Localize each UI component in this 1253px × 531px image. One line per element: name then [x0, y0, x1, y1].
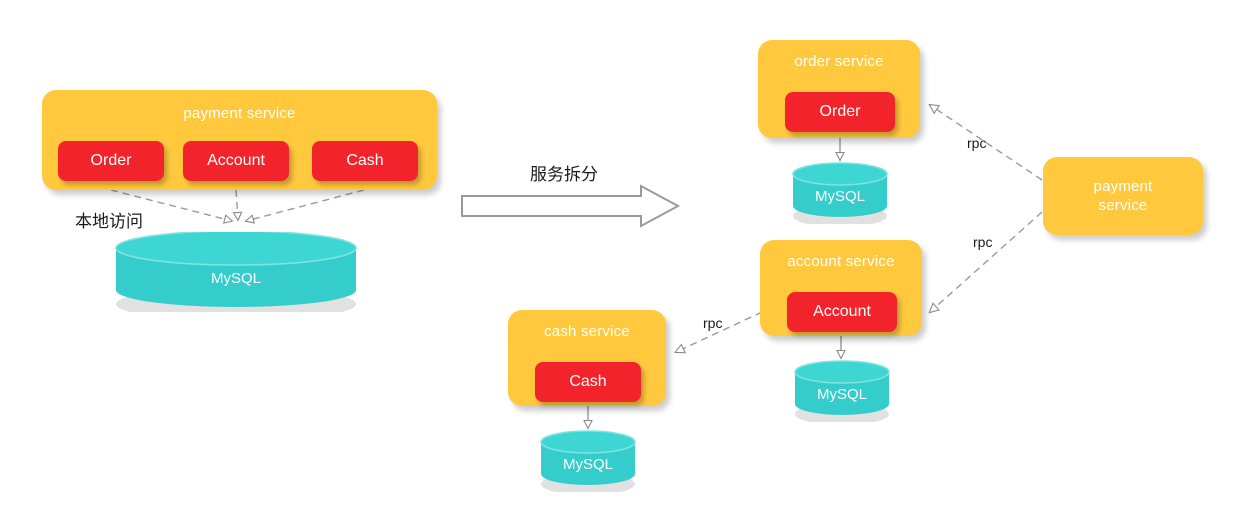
order-database-cylinder[interactable]: MySQL: [790, 162, 890, 227]
transition-label: 服务拆分: [530, 165, 598, 185]
component-cash-label: Cash: [569, 373, 607, 390]
rpc-label-order: rpc: [967, 135, 987, 151]
edge-payment-to-account-rpc: [930, 211, 1043, 312]
component-cash[interactable]: Cash: [535, 362, 641, 402]
edge-cash-to-mysql: [246, 189, 365, 221]
component-cash-monolith-label: Cash: [346, 152, 384, 169]
rpc-label-cash: rpc: [703, 315, 723, 331]
architecture-diagram: payment service Order Account Cash 本地访问 …: [0, 0, 1253, 531]
edge-account-to-mysql: [236, 189, 238, 220]
payment-service-box[interactable]: payment service: [1043, 157, 1203, 235]
cash-database-cylinder[interactable]: MySQL: [538, 430, 638, 495]
monolith-local-access-edges: [110, 189, 365, 221]
component-cash-monolith[interactable]: Cash: [312, 141, 418, 181]
payment-service-monolith-title: payment service: [183, 105, 296, 122]
order-service-title: order service: [794, 53, 884, 70]
component-order[interactable]: Order: [785, 92, 895, 132]
monolith-database-cylinder[interactable]: MySQL: [112, 230, 360, 321]
payment-service-title-line2: service: [1098, 197, 1148, 214]
rpc-label-account: rpc: [973, 234, 993, 250]
component-account-label: Account: [813, 303, 871, 320]
block-arrow-right-icon: [461, 184, 681, 228]
account-database-cylinder[interactable]: MySQL: [792, 360, 892, 425]
payment-service-title-line1: payment: [1093, 178, 1153, 195]
component-order-monolith-label: Order: [90, 152, 132, 169]
component-account[interactable]: Account: [787, 292, 897, 332]
account-service-title: account service: [787, 253, 895, 270]
component-order-monolith[interactable]: Order: [58, 141, 164, 181]
component-order-label: Order: [819, 103, 861, 120]
component-account-monolith[interactable]: Account: [183, 141, 289, 181]
local-access-label: 本地访问: [75, 212, 143, 232]
component-account-monolith-label: Account: [207, 152, 265, 169]
cash-service-title: cash service: [544, 323, 630, 340]
